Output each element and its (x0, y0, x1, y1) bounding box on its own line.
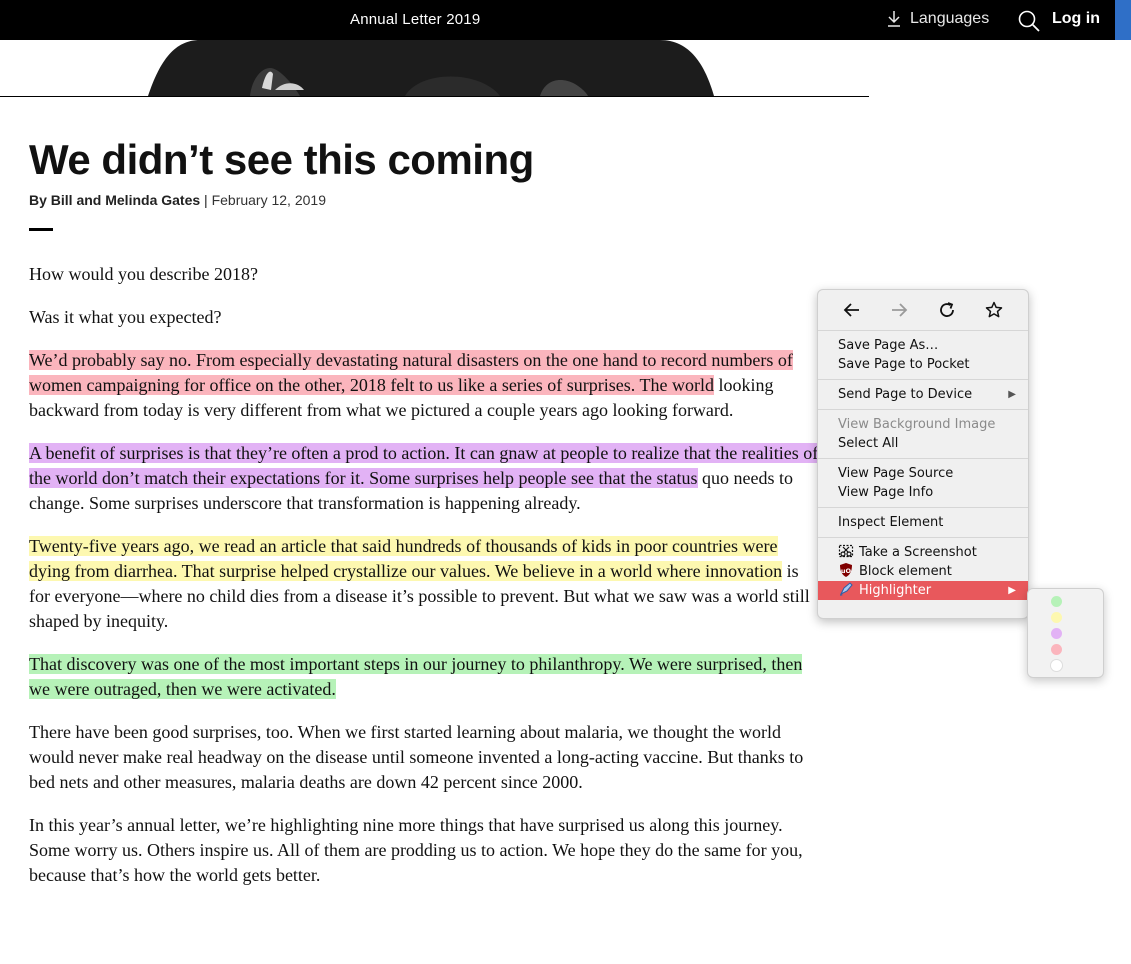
menu-send-to-device-label: Send Page to Device (838, 387, 973, 402)
paragraph: There have been good surprises, too. Whe… (29, 722, 804, 792)
submenu-arrow-icon: ▶ (1008, 585, 1016, 596)
menu-highlighter[interactable]: Highlighter ▶ (818, 581, 1028, 600)
menu-send-to-device[interactable]: Send Page to Device ▶ (818, 385, 1028, 404)
menu-group-send: Send Page to Device ▶ (818, 380, 1028, 410)
article-body: How would you describe 2018? Was it what… (29, 262, 819, 906)
paragraph-highlighted-red: We’d probably say no. From especially de… (29, 348, 819, 423)
arrow-left-icon (843, 303, 859, 317)
menu-view-page-info[interactable]: View Page Info (818, 483, 1028, 502)
menu-group-save: Save Page As… Save Page to Pocket (818, 331, 1028, 380)
highlight-red[interactable]: We’d probably say no. From especially de… (29, 350, 793, 395)
color-purple-swatch[interactable] (1051, 628, 1062, 639)
ublock-shield-icon: uO (840, 563, 852, 577)
menu-group-extensions: Take a Screenshot uO Block element Highl… (818, 538, 1028, 605)
languages-menu[interactable]: Languages (886, 10, 989, 28)
divider (29, 228, 53, 231)
menu-view-background-image: View Background Image (838, 417, 996, 432)
screenshot-icon (838, 544, 854, 558)
byline-date: February 12, 2019 (211, 192, 326, 208)
download-icon (888, 11, 900, 27)
arrow-right-icon (892, 303, 908, 317)
menu-highlighter-label: Highlighter (859, 583, 932, 598)
menu-group-inspect: Inspect Element (818, 508, 1028, 538)
article-header: We didn’t see this coming By Bill and Me… (29, 130, 819, 231)
submenu-arrow-icon: ▶ (1008, 389, 1016, 400)
reload-icon (939, 302, 954, 317)
byline-authors: By Bill and Melinda Gates (29, 192, 201, 208)
menu-select-all[interactable]: Select All (818, 434, 1028, 453)
back-button[interactable] (840, 298, 864, 322)
star-icon (986, 301, 1003, 318)
byline: By Bill and Melinda Gates | February 12,… (29, 192, 819, 208)
languages-label: Languages (910, 10, 990, 27)
paragraph-highlighted-purple: A benefit of surprises is that they’re o… (29, 441, 819, 516)
menu-inspect-element[interactable]: Inspect Element (818, 513, 1028, 532)
color-white-swatch[interactable] (1051, 660, 1062, 671)
menu-save-page-as[interactable]: Save Page As… (818, 336, 1028, 355)
highlight-yellow[interactable]: Twenty-five years ago, we read an articl… (29, 536, 783, 581)
menu-take-screenshot-label: Take a Screenshot (859, 545, 977, 560)
svg-text:uO: uO (841, 567, 852, 575)
menu-save-to-pocket[interactable]: Save Page to Pocket (818, 355, 1028, 374)
highlight-purple[interactable]: A benefit of surprises is that they’re o… (29, 443, 819, 488)
menu-block-element-label: Block element (859, 564, 952, 579)
reload-button[interactable] (935, 298, 959, 322)
menu-group-view: View Page Source View Page Info (818, 459, 1028, 508)
context-nav-bar (818, 290, 1028, 331)
bookmark-button[interactable] (982, 298, 1006, 322)
highlight-green[interactable]: That discovery was one of the most impor… (29, 654, 803, 699)
paragraph-highlighted-yellow: Twenty-five years ago, we read an articl… (29, 534, 819, 634)
highlighter-pen-icon (839, 582, 853, 596)
paragraph-highlighted-green: That discovery was one of the most impor… (29, 652, 819, 702)
menu-take-screenshot[interactable]: Take a Screenshot (818, 543, 1028, 562)
search-icon[interactable] (1018, 10, 1040, 32)
byline-separator: | (200, 192, 212, 208)
highlighter-color-submenu (1027, 588, 1104, 678)
article-headline: We didn’t see this coming (29, 136, 534, 183)
paragraph: Was it what you expected? (29, 307, 222, 327)
hero-image (0, 40, 869, 97)
accent-tab[interactable] (1115, 0, 1131, 40)
top-bar: Annual Letter 2019 Languages Log in (0, 0, 1131, 40)
color-yellow-swatch[interactable] (1051, 612, 1062, 623)
context-menu: Save Page As… Save Page to Pocket Send P… (817, 289, 1029, 619)
menu-block-element[interactable]: uO Block element (818, 562, 1028, 581)
menu-group-select: View Background Image Select All (818, 410, 1028, 459)
site-title[interactable]: Annual Letter 2019 (350, 11, 480, 28)
paragraph: In this year’s annual letter, we’re high… (29, 815, 803, 885)
paragraph: How would you describe 2018? (29, 264, 258, 284)
forward-button[interactable] (887, 298, 911, 322)
menu-view-page-source[interactable]: View Page Source (818, 464, 1028, 483)
color-green-swatch[interactable] (1051, 596, 1062, 607)
login-link[interactable]: Log in (1052, 10, 1100, 28)
color-red-swatch[interactable] (1051, 644, 1062, 655)
